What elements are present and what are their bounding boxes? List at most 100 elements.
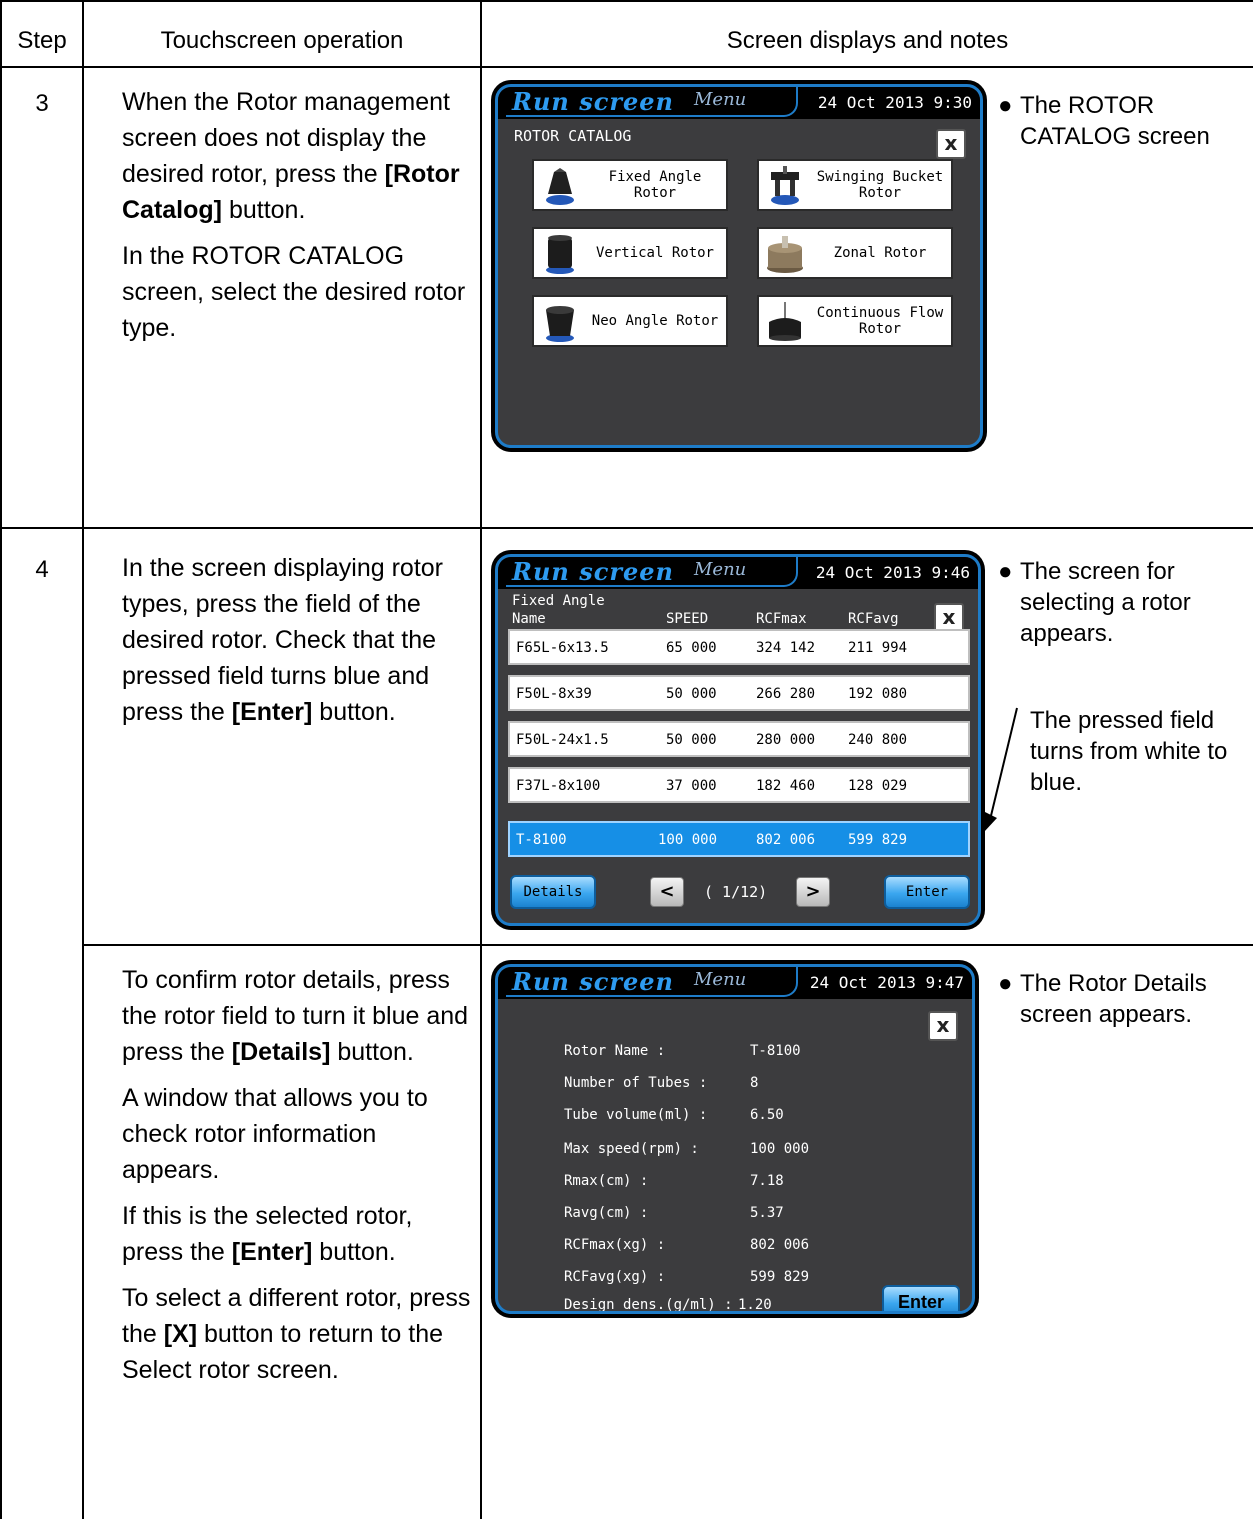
detail-value-rotor-name: T-8100 (750, 1043, 801, 1059)
zonal-rotor-icon (767, 236, 803, 273)
step-4b-para-1: To confirm rotor details, press the roto… (122, 966, 469, 1066)
next-page-button[interactable]: > (796, 877, 830, 907)
close-button[interactable]: x (928, 1011, 958, 1041)
continuous-flow-rotor-label: Continuous Flow Rotor (816, 305, 944, 337)
rotor-speed: 65 000 (666, 640, 717, 656)
detail-value-number-of-tubes: 8 (750, 1075, 759, 1091)
neo-angle-rotor-icon (546, 306, 574, 342)
step-3-para-1: When the Rotor management screen does no… (122, 88, 460, 224)
bullet-icon: ● (998, 970, 1013, 997)
step-4b-para-4: To select a different rotor, press the [… (122, 1284, 471, 1384)
fixed-angle-rotor-button[interactable]: Fixed Angle Rotor (532, 159, 728, 211)
enter-button[interactable]: Enter (884, 875, 970, 909)
detail-label-number-of-tubes: Number of Tubes : (564, 1075, 708, 1091)
screen-logo-tab[interactable]: Run screen Menu (506, 557, 798, 587)
detail-value-tube-volume: 6.50 (750, 1107, 784, 1123)
step-3-para-2: In the ROTOR CATALOG screen, select the … (122, 242, 466, 342)
screen-logo-tab[interactable]: Run screen Menu (506, 967, 798, 997)
detail-label-ravg: Ravg(cm) : (564, 1205, 649, 1221)
detail-label-tube-volume: Tube volume(ml) : (564, 1107, 708, 1123)
detail-value-rcfmax: 802 006 (750, 1237, 810, 1253)
rotor-row[interactable]: F37L-8x100 37 000 182 460 128 029 (508, 767, 970, 803)
header-step: Step (17, 27, 67, 54)
rotor-details-screen: Run screen Menu 24 Oct 2013 9:47 x Rotor… (495, 964, 975, 1314)
rotor-rcfavg: 192 080 (848, 686, 908, 702)
screen-datetime: 24 Oct 2013 9:30 (817, 93, 972, 112)
operation-column-divider (480, 0, 482, 1519)
zonal-rotor-button[interactable]: Zonal Rotor (757, 227, 953, 279)
column-header-name: Name (512, 611, 546, 627)
run-screen-logo: Run screen (512, 967, 674, 996)
rotor-rcfmax: 280 000 (756, 732, 816, 748)
screen-datetime: 24 Oct 2013 9:47 (809, 973, 964, 992)
rotor-name: F50L-24x1.5 (516, 732, 609, 748)
table-left-border (0, 0, 2, 1519)
rotor-speed: 37 000 (666, 778, 717, 794)
callout-arrow-icon (984, 707, 1018, 832)
zonal-rotor-label: Zonal Rotor (833, 245, 927, 261)
swinging-bucket-rotor-label: Swinging Bucket Rotor (816, 169, 944, 201)
detail-value-ravg: 5.37 (750, 1205, 784, 1221)
prev-page-button[interactable]: < (650, 877, 684, 907)
detail-label-design-density: Design dens.(g/ml) : (564, 1297, 733, 1313)
rotor-catalog-screen: Run screen Menu 24 Oct 2013 9:30 x ROTOR… (495, 84, 983, 448)
vertical-rotor-button[interactable]: Vertical Rotor (532, 227, 728, 279)
screen-datetime: 24 Oct 2013 9:46 (815, 563, 970, 582)
header-operation: Touchscreen operation (160, 27, 404, 54)
continuous-flow-rotor-button[interactable]: Continuous Flow Rotor (757, 295, 953, 347)
continuous-flow-rotor-icon (769, 302, 801, 341)
vertical-rotor-label: Vertical Rotor (595, 245, 714, 261)
bullet-icon: ● (998, 558, 1013, 585)
rotor-rcfmax: 324 142 (756, 640, 816, 656)
column-header-rcfavg: RCFavg (848, 611, 899, 627)
detail-value-rmax: 7.18 (750, 1173, 784, 1189)
step-3-note: ● The ROTOR CATALOG screen (998, 92, 1210, 150)
rotor-name: T-8100 (516, 832, 567, 848)
run-screen-logo: Run screen (512, 87, 674, 116)
neo-angle-rotor-label: Neo Angle Rotor (591, 313, 719, 329)
rotor-row[interactable]: F50L-8x39 50 000 266 280 192 080 (508, 675, 970, 711)
rotor-row[interactable]: F65L-6x13.5 65 000 324 142 211 994 (508, 629, 970, 665)
step-column-divider (82, 0, 84, 1519)
rotor-row[interactable]: F50L-24x1.5 50 000 280 000 240 800 (508, 721, 970, 757)
step-3-number: 3 (35, 90, 49, 117)
page-indicator: ( 1/12) (704, 883, 768, 901)
close-button[interactable]: x (936, 129, 966, 159)
rotor-speed: 50 000 (666, 732, 717, 748)
table-top-border (0, 0, 1253, 2)
details-button[interactable]: Details (510, 875, 596, 909)
fixed-angle-rotor-icon (546, 168, 574, 205)
vertical-rotor-icon (546, 235, 574, 274)
screen-logo-tab[interactable]: Run screen Menu (506, 87, 798, 117)
menu-logo: Menu (694, 969, 747, 990)
menu-logo: Menu (694, 89, 747, 110)
header-notes: Screen displays and notes (726, 27, 1009, 54)
step-4-note: ● The screen for selecting a rotor appear… (998, 558, 1191, 647)
detail-value-max-speed: 100 000 (750, 1141, 810, 1157)
rotor-speed: 50 000 (666, 686, 717, 702)
catalog-title: ROTOR CATALOG (514, 127, 632, 145)
rotor-select-screen: Run screen Menu 24 Oct 2013 9:46 x Fixed… (495, 554, 981, 926)
rotor-name: F37L-8x100 (516, 778, 601, 794)
enter-button[interactable]: Enter (882, 1285, 960, 1311)
rotor-rcfmax: 802 006 (756, 832, 816, 848)
bullet-icon: ● (998, 92, 1013, 119)
rotor-row-selected[interactable]: T-8100 100 000 802 006 599 829 (508, 821, 970, 857)
row-divider-3-4 (0, 527, 1253, 529)
swinging-bucket-rotor-button[interactable]: Swinging Bucket Rotor (757, 159, 953, 211)
subrow-divider (82, 944, 1253, 946)
step-4b-para-2: A window that allows you to check rotor … (122, 1084, 428, 1184)
step-4-number: 4 (35, 556, 49, 583)
rotor-rcfavg: 599 829 (848, 832, 908, 848)
step-3-instructions: When the Rotor management screen does no… (122, 84, 474, 356)
detail-label-rcfavg: RCFavg(xg) : (564, 1269, 666, 1285)
step-4b-note: ● The Rotor Details screen appears. (998, 970, 1207, 1028)
neo-angle-rotor-button[interactable]: Neo Angle Rotor (532, 295, 728, 347)
table-header-divider (0, 66, 1253, 68)
rotor-rcfavg: 211 994 (848, 640, 908, 656)
fixed-angle-rotor-label: Fixed Angle Rotor (608, 169, 702, 201)
detail-value-rcfavg: 599 829 (750, 1269, 810, 1285)
swinging-bucket-rotor-icon (771, 166, 799, 205)
detail-label-max-speed: Max speed(rpm) : (564, 1141, 699, 1157)
step-4-para-1: In the screen displaying rotor types, pr… (122, 554, 444, 726)
